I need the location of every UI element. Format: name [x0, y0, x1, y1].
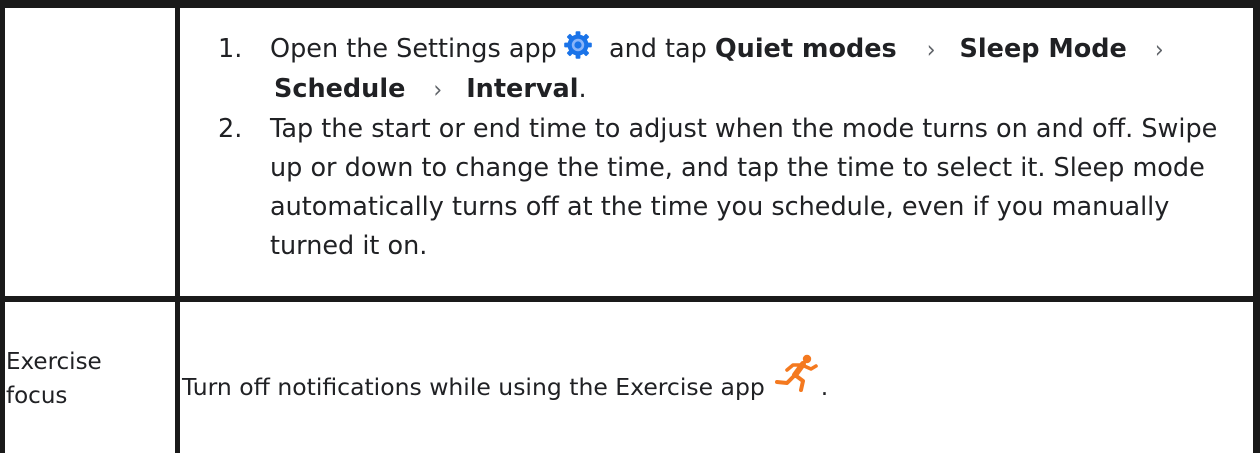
- step-text: Tap the start or end time to adjust when…: [270, 114, 1218, 261]
- path-quiet-modes: Quiet modes: [714, 34, 897, 64]
- path-interval: Interval: [466, 74, 579, 104]
- table-right-border: [1253, 0, 1260, 453]
- path-schedule: Schedule: [274, 74, 406, 104]
- table-column-divider: [175, 0, 180, 453]
- exercise-focus-label: Exercise focus: [6, 349, 102, 409]
- step-end-punct: .: [578, 74, 587, 104]
- step-number: 1.: [218, 34, 243, 64]
- chevron-right-icon: ›: [1154, 36, 1164, 65]
- exercise-focus-description: Turn off notifications while using the E…: [182, 353, 828, 404]
- settings-table: 1. Open the Settings app and tap Quiet m…: [0, 0, 1260, 453]
- sleep-mode-steps: 1. Open the Settings app and tap Quiet m…: [218, 30, 1238, 266]
- step-1: 1. Open the Settings app and tap Quiet m…: [218, 30, 1238, 110]
- exercise-end-punct: .: [820, 373, 829, 401]
- settings-gear-icon: [563, 30, 593, 60]
- chevron-right-icon: ›: [433, 76, 443, 105]
- table-left-border: [0, 0, 5, 453]
- exercise-runner-icon: [773, 353, 821, 393]
- table-top-border: [0, 0, 1260, 8]
- chevron-right-icon: ›: [926, 36, 936, 65]
- table-row-divider: [0, 296, 1260, 302]
- step-text: Open the Settings app: [270, 34, 557, 64]
- exercise-focus-text: Turn off notifications while using the E…: [182, 373, 765, 401]
- step-number: 2.: [218, 114, 243, 144]
- step-text-continued: and tap: [600, 34, 715, 64]
- step-2: 2. Tap the start or end time to adjust w…: [218, 110, 1238, 266]
- path-sleep-mode: Sleep Mode: [959, 34, 1127, 64]
